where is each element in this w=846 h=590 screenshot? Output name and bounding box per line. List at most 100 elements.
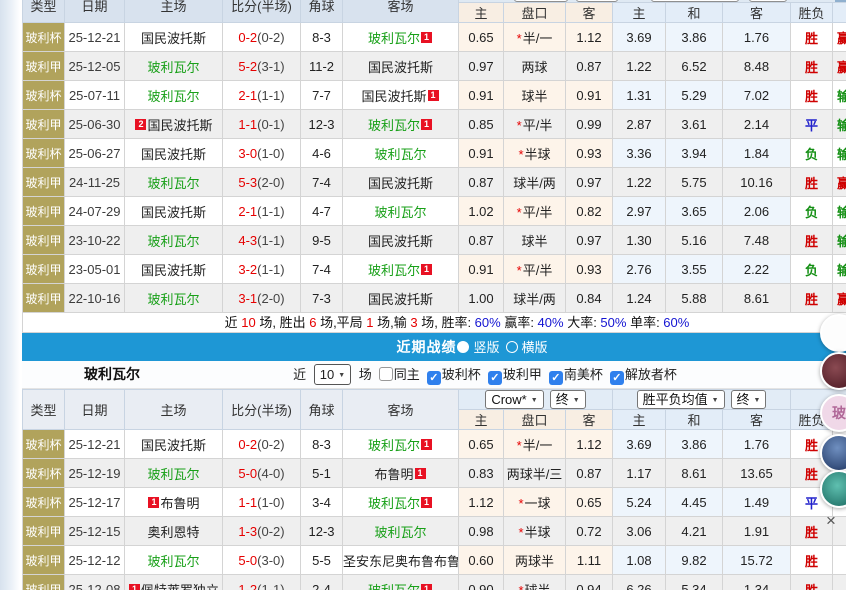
asian-home-odds: 0.90 [459, 575, 504, 590]
home-team-cell: 国民波托斯 [125, 430, 223, 459]
games-label: 场 [355, 367, 372, 382]
fulltime-score: 0-2 [238, 437, 257, 452]
asian-home-odds: 0.91 [459, 81, 504, 110]
euro-draw-odds: 5.88 [666, 284, 723, 313]
euro-away-odds: 13.65 [723, 459, 791, 488]
halftime-score: (1-0) [257, 146, 284, 161]
away-team-cell: 国民波托斯 [343, 284, 459, 313]
result-text: 胜 [805, 176, 818, 191]
home-team-cell: 2国民波托斯 [125, 110, 223, 139]
handicap-result-cell: 输 [833, 255, 846, 284]
dropdown-fragment[interactable] [514, 0, 568, 2]
red-card-badge: 1 [415, 468, 426, 479]
result-text: 胜 [805, 292, 818, 307]
result-text: 胜 [805, 467, 818, 482]
column-header-0: 类型 [23, 0, 65, 23]
summary-segment: 40% [538, 315, 564, 330]
euro-home-odds: 3.69 [613, 430, 666, 459]
filter-checkbox-1[interactable]: ✓ [427, 371, 441, 385]
home-team-cell: 玻利瓦尔 [125, 81, 223, 110]
score-cell: 1-1(0-1) [223, 110, 301, 139]
euro-home-odds: 2.97 [613, 197, 666, 226]
asian-home-odds: 0.83 [459, 459, 504, 488]
layout-radio-label-1[interactable]: 横版 [522, 340, 548, 355]
red-card-badge: 1 [421, 584, 432, 590]
bookmaker-select[interactable]: Crow*▼ [485, 390, 543, 409]
euro-away-odds: 8.48 [723, 52, 791, 81]
euro-away-odds: 1.91 [723, 517, 791, 546]
summary-segment: 60% [663, 315, 689, 330]
euro-draw-odds: 5.16 [666, 226, 723, 255]
asian-away-odds: 0.87 [566, 52, 613, 81]
league-type-cell: 玻利甲 [23, 517, 65, 546]
team-name-text: 国民波托斯 [368, 176, 433, 191]
layout-radio-0[interactable] [457, 341, 469, 353]
away-team-cell: 玻利瓦尔 [343, 197, 459, 226]
odds-header-4: 和 [666, 410, 723, 430]
euro-home-odds: 1.24 [613, 284, 666, 313]
team-name-text: 圣安东尼奥布鲁布鲁 [343, 554, 459, 569]
euro-odds-type-select[interactable]: 胜平负均值▼ [637, 390, 725, 409]
red-card-badge: 1 [129, 584, 140, 590]
dropdown-fragment[interactable] [651, 0, 739, 2]
result-cell: 胜 [791, 546, 833, 575]
summary-segment: 60% [475, 315, 501, 330]
team-name-text: 玻利瓦尔 [368, 496, 420, 511]
page-content: 类型日期主场比分(半场)角球客场主盘口客主和客胜负让玻利杯25-12-21国民波… [22, 0, 846, 590]
summary-segment: 1 [366, 315, 373, 330]
column-header-2: 主场 [125, 0, 223, 23]
asian-home-odds: 1.12 [459, 488, 504, 517]
score-cell: 5-0(4-0) [223, 459, 301, 488]
layout-radio-label-0[interactable]: 竖版 [473, 340, 499, 355]
euro-away-odds: 15.72 [723, 546, 791, 575]
league-type-cell: 玻利杯 [23, 81, 65, 110]
score-cell: 1-1(1-0) [223, 488, 301, 517]
filter-checkbox-2[interactable]: ✓ [488, 371, 502, 385]
home-team-cell: 奥利恩特 [125, 517, 223, 546]
fulltime-score: 0-2 [238, 30, 257, 45]
corners-cell: 4-7 [301, 197, 343, 226]
euro-odds-time-select[interactable]: 终▼ [731, 390, 767, 409]
away-team-cell: 玻利瓦尔1 [343, 575, 459, 590]
summary-segment: 10 [241, 315, 255, 330]
match-row: 玻利甲22-10-16玻利瓦尔3-1(2-0)7-3国民波托斯1.00球半/两0… [23, 284, 846, 313]
asterisk-mark: * [518, 496, 523, 511]
checkbox-label-3[interactable]: 南美杯 [564, 367, 603, 382]
euro-draw-odds: 3.86 [666, 23, 723, 52]
euro-away-odds: 2.06 [723, 197, 791, 226]
filter-checkbox-0[interactable] [379, 367, 393, 381]
match-count-select[interactable]: 10▼ [314, 364, 351, 385]
asian-home-odds: 0.91 [459, 139, 504, 168]
filter-checkbox-3[interactable]: ✓ [549, 371, 563, 385]
asian-handicap: *球半 [504, 575, 566, 590]
odds-time-select[interactable]: 终▼ [550, 390, 586, 409]
euro-home-odds: 3.06 [613, 517, 666, 546]
asian-handicap: *半球 [504, 139, 566, 168]
checkbox-label-0[interactable]: 同主 [394, 367, 420, 382]
odds-header-2: 客 [566, 410, 613, 430]
dropdown-fragment[interactable] [749, 0, 787, 2]
halftime-score: (2-0) [257, 291, 284, 306]
result-cell: 胜 [791, 575, 833, 590]
checkbox-label-2[interactable]: 玻利甲 [503, 367, 542, 382]
checkbox-label-4[interactable]: 解放者杯 [625, 367, 677, 382]
dropdown-fragment[interactable] [576, 0, 618, 2]
asian-away-odds: 0.84 [566, 284, 613, 313]
handicap-result-cell [833, 575, 846, 590]
away-team-cell: 玻利瓦尔1 [343, 430, 459, 459]
filter-checkbox-4[interactable]: ✓ [610, 371, 624, 385]
checkbox-label-1[interactable]: 玻利杯 [442, 367, 481, 382]
handicap-result-text: 输 [837, 89, 846, 104]
layout-radio-1[interactable] [506, 341, 518, 353]
match-row: 玻利杯25-12-171布鲁明1-1(1-0)3-4玻利瓦尔11.12*一球0.… [23, 488, 846, 517]
recent-results-bar-inner: 近期战绩竖版横版 [396, 333, 547, 362]
odds-header-1: 盘口 [504, 410, 566, 430]
team-name-text: 国民波托斯 [368, 292, 433, 307]
score-cell: 5-3(2-0) [223, 168, 301, 197]
corners-cell: 7-7 [301, 81, 343, 110]
home-team-cell: 1布鲁明 [125, 488, 223, 517]
close-widget-icon[interactable]: × [826, 512, 836, 529]
asian-handicap: 球半 [504, 226, 566, 255]
asian-odds-selectors: Crow*▼ 终▼ [459, 390, 613, 410]
team-name-text: 玻利瓦尔 [374, 147, 426, 162]
